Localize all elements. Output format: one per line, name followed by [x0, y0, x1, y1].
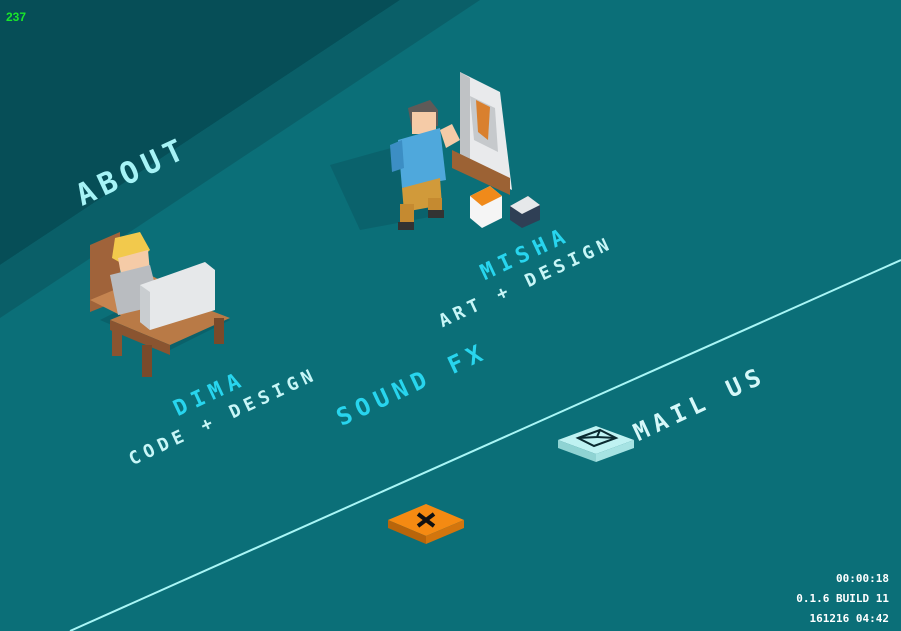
mail-button[interactable]	[556, 418, 636, 466]
misha-character-icon	[330, 72, 540, 230]
version-readout: 0.1.6 BUILD 11	[796, 592, 889, 605]
timer-readout: 00:00:18	[836, 572, 889, 585]
build-date-readout: 161216 04:42	[809, 612, 889, 625]
close-button[interactable]	[386, 498, 466, 550]
fps-counter: 237	[6, 10, 27, 24]
dima-character-icon	[90, 232, 230, 377]
